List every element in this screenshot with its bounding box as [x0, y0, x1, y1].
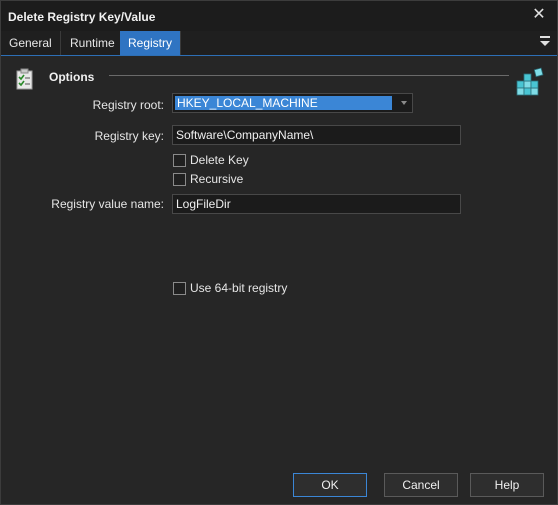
use-64bit-checkbox[interactable]: Use 64-bit registry — [173, 281, 333, 296]
cancel-button[interactable]: Cancel — [384, 473, 458, 497]
recursive-label: Recursive — [190, 172, 244, 186]
registry-value-name-label: Registry value name: — [51, 197, 164, 211]
registry-key-input[interactable]: Software\CompanyName\ — [172, 125, 461, 145]
registry-root-label: Registry root: — [92, 98, 164, 112]
delete-key-check[interactable] — [173, 154, 186, 167]
registry-icon — [513, 65, 547, 99]
section-title: Options — [49, 70, 95, 84]
recursive-checkbox[interactable]: Recursive — [173, 172, 293, 187]
registry-key-label: Registry key: — [94, 129, 164, 143]
registry-value-name-input[interactable]: LogFileDir — [172, 194, 461, 214]
dialog-window: Delete Registry Key/Value ✕ General Runt… — [0, 0, 558, 505]
ok-button[interactable]: OK — [293, 473, 367, 497]
chevron-down-icon[interactable] — [401, 101, 407, 105]
use-64bit-check[interactable] — [173, 282, 186, 295]
registry-root-value: HKEY_LOCAL_MACHINE — [175, 96, 392, 110]
tab-runtime[interactable]: Runtime — [62, 31, 124, 55]
help-button[interactable]: Help — [470, 473, 544, 497]
section-divider — [109, 75, 509, 76]
tab-registry[interactable]: Registry — [120, 31, 182, 55]
title-bar[interactable]: Delete Registry Key/Value ✕ — [1, 1, 557, 31]
recursive-check[interactable] — [173, 173, 186, 186]
tab-bar: General Runtime Registry — [1, 31, 557, 56]
tab-general[interactable]: General — [1, 31, 61, 55]
use-64bit-label: Use 64-bit registry — [190, 281, 288, 295]
tab-menu-icon[interactable] — [540, 36, 550, 48]
registry-root-select[interactable]: HKEY_LOCAL_MACHINE — [172, 93, 413, 113]
delete-key-label: Delete Key — [190, 153, 249, 167]
tab-content — [1, 56, 557, 504]
dialog-title: Delete Registry Key/Value — [8, 10, 156, 24]
delete-key-checkbox[interactable]: Delete Key — [173, 153, 293, 168]
checklist-icon — [16, 68, 36, 90]
close-icon[interactable]: ✕ — [531, 7, 547, 23]
